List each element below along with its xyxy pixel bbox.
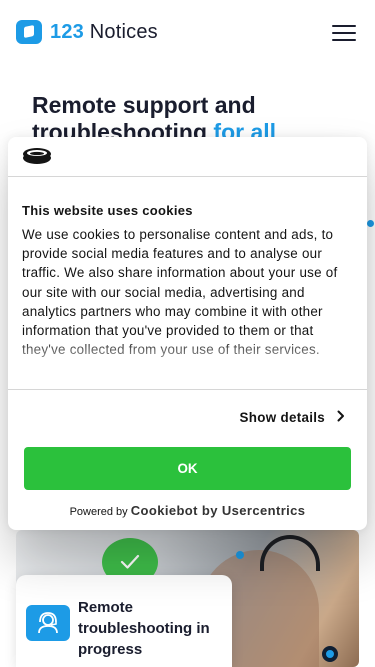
hamburger-icon[interactable] <box>332 25 356 41</box>
cookie-dialog-body-text: We use cookies to personalise content an… <box>22 227 338 358</box>
powered-by: Powered by Cookiebot by Usercentrics <box>8 503 367 518</box>
chevron-right-icon <box>337 409 345 426</box>
decor-ring-dot <box>322 646 338 662</box>
decor-dot-right <box>367 220 374 227</box>
status-card: Remote troubleshooting in progress <box>16 575 232 667</box>
headset-support-icon <box>26 605 70 641</box>
show-details-label: Show details <box>239 410 325 425</box>
cookie-dialog-title: This website uses cookies <box>22 203 193 218</box>
box-icon <box>16 20 42 44</box>
cookie-dialog-header <box>8 137 367 177</box>
show-details-link[interactable]: Show details <box>240 409 345 426</box>
site-logo[interactable]: 123 Notices <box>16 20 158 44</box>
hero-title-line1: Remote support and <box>32 92 256 118</box>
decor-dot <box>236 551 244 559</box>
powered-by-brand-link[interactable]: Cookiebot by Usercentrics <box>131 503 306 518</box>
site-header: 123 Notices <box>0 0 375 64</box>
cookie-dialog-divider <box>8 389 367 390</box>
ok-button[interactable]: OK <box>24 447 351 490</box>
logo-text: 123 Notices <box>50 21 158 44</box>
cookiebot-logo <box>23 148 51 164</box>
logo-number: 123 <box>50 20 84 43</box>
cookie-dialog-body: We use cookies to personalise content an… <box>22 225 357 377</box>
status-text: Remote troubleshooting in progress <box>78 599 210 658</box>
cookie-dialog: This website uses cookies We use cookies… <box>8 137 367 530</box>
logo-word: Notices <box>89 20 158 43</box>
powered-by-label: Powered by <box>69 506 131 518</box>
